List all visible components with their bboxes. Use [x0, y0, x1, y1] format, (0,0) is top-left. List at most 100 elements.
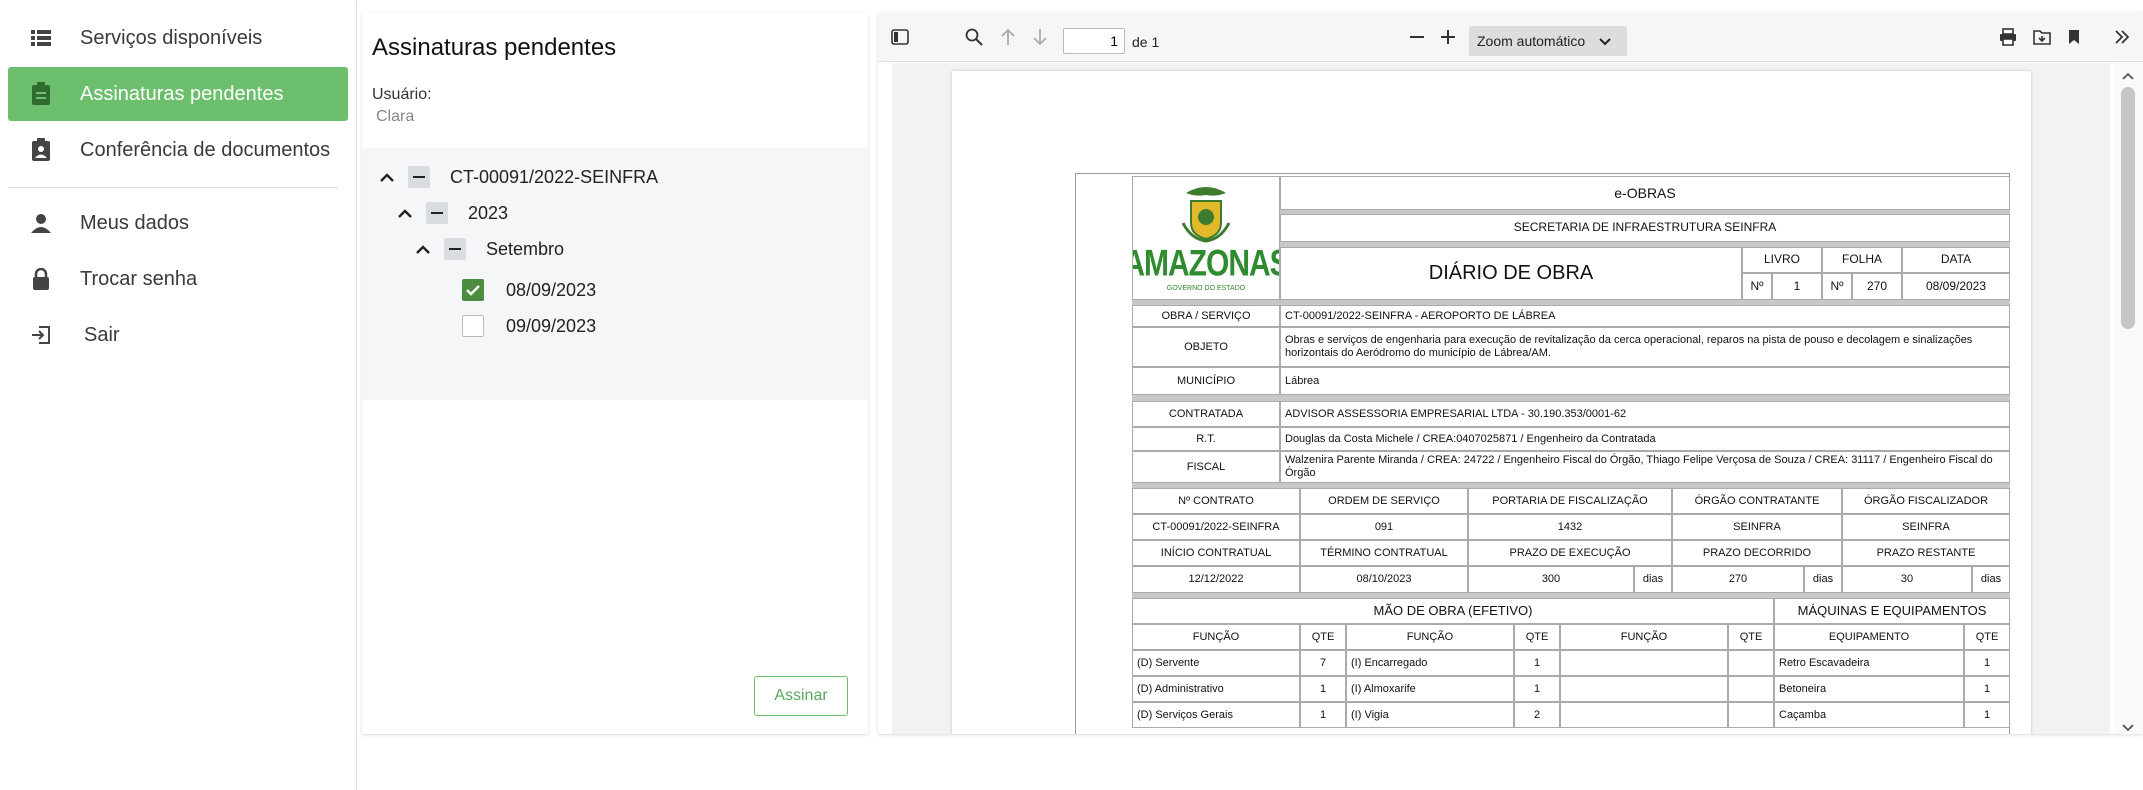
collapse-checkbox[interactable]	[408, 166, 430, 188]
nav-item-sair[interactable]: Sair	[8, 308, 348, 362]
chevron-up-icon[interactable]	[394, 202, 416, 224]
equipamento-header: EQUIPAMENTO	[1774, 624, 1964, 650]
prazo-decorrido-value: 270	[1672, 566, 1804, 593]
day-label: 08/09/2023	[506, 279, 597, 300]
table-row-funcao-empty	[1560, 676, 1728, 702]
nav-label: Meus dados	[80, 211, 189, 234]
prazo-execucao-value: 300	[1468, 566, 1634, 593]
table-row-funcao: (I) Vigia	[1346, 702, 1514, 728]
day-checkbox[interactable]	[462, 279, 484, 301]
page-number-input[interactable]	[1063, 28, 1125, 54]
nav-item-assinaturas[interactable]: Assinaturas pendentes	[8, 67, 348, 121]
clipboard-person-icon	[28, 137, 54, 163]
document-area[interactable]: AMAZONAS GOVERNO DO ESTADO e-OBRAS SECRE…	[892, 63, 2110, 734]
obra-value: CT-00091/2022-SEINFRA - AEROPORTO DE LÁB…	[1280, 305, 2010, 327]
arrow-up-icon[interactable]	[996, 25, 1020, 49]
user-label: Usuário:	[372, 86, 432, 103]
nav-item-meus-dados[interactable]: Meus dados	[8, 196, 348, 250]
prazo-execucao-header: PRAZO DE EXECUÇÃO	[1468, 540, 1672, 566]
system-name: e-OBRAS	[1280, 176, 2010, 210]
chevron-up-icon[interactable]	[376, 166, 398, 188]
logout-icon	[28, 322, 54, 348]
table-row-equipamento: Retro Escavadeira	[1774, 650, 1964, 676]
tree-node-day: 09/09/2023	[462, 315, 596, 337]
sidebar-toggle-icon[interactable]	[888, 25, 912, 49]
rt-value: Douglas da Costa Michele / CREA:04070258…	[1280, 427, 2010, 451]
folha-label: FOLHA	[1822, 247, 1902, 273]
objeto-value: Obras e serviços de engenharia para exec…	[1280, 327, 2010, 367]
objeto-label: OBJETO	[1132, 327, 1280, 367]
folha-value: 270	[1852, 273, 1902, 300]
contract-label: CT-00091/2022-SEINFRA	[450, 166, 659, 187]
tree-node-month: Setembro	[412, 238, 564, 260]
table-row-qte: 2	[1514, 702, 1560, 728]
viewer-scrollbar[interactable]	[2114, 63, 2143, 734]
contrato-value: CT-00091/2022-SEINFRA	[1132, 514, 1300, 540]
arrow-down-icon[interactable]	[1028, 25, 1052, 49]
rt-label: R.T.	[1132, 427, 1280, 451]
chevron-up-icon[interactable]	[412, 238, 434, 260]
maquinas-title: MÁQUINAS E EQUIPAMENTOS	[1774, 598, 2010, 624]
sign-button[interactable]: Assinar	[754, 676, 848, 716]
fiscal-label: FISCAL	[1132, 451, 1280, 483]
clipboard-icon	[28, 81, 54, 107]
contratada-label: CONTRATADA	[1132, 401, 1280, 427]
table-row-funcao: (D) Serviços Gerais	[1132, 702, 1300, 728]
termino-header: TÉRMINO CONTRATUAL	[1300, 540, 1468, 566]
portaria-value: 1432	[1468, 514, 1672, 540]
pending-signatures-panel: Assinaturas pendentes Usuário: Clara CT-…	[362, 12, 868, 734]
pdf-viewer: de 1 Zoom automático AMAZO	[878, 12, 2143, 734]
data-label: DATA	[1902, 247, 2010, 273]
folha-no-label: Nº	[1822, 273, 1852, 300]
day-checkbox[interactable]	[462, 315, 484, 337]
month-label: Setembro	[486, 238, 565, 259]
obra-label: OBRA / SERVIÇO	[1132, 305, 1280, 327]
table-row-funcao: (I) Encarregado	[1346, 650, 1514, 676]
municipio-value: Lábrea	[1280, 367, 2010, 395]
viewer-toolbar: de 1 Zoom automático	[878, 12, 2143, 62]
pdf-page: AMAZONAS GOVERNO DO ESTADO e-OBRAS SECRE…	[952, 71, 2031, 734]
table-row-funcao: (D) Administrativo	[1132, 676, 1300, 702]
tools-chevron-icon[interactable]	[2110, 25, 2134, 49]
zoom-out-icon[interactable]	[1405, 25, 1429, 49]
municipio-label: MUNICÍPIO	[1132, 367, 1280, 395]
funcao-header: FUNÇÃO	[1132, 624, 1300, 650]
table-row-funcao: (I) Almoxarife	[1346, 676, 1514, 702]
orgao-contratante-value: SEINFRA	[1672, 514, 1842, 540]
logo-cell: AMAZONAS GOVERNO DO ESTADO	[1132, 176, 1280, 300]
table-row-equipamento: Caçamba	[1774, 702, 1964, 728]
qte-header: QTE	[1964, 624, 2010, 650]
livro-value: 1	[1772, 273, 1822, 300]
table-row-qte: 1	[1964, 676, 2010, 702]
nav-label: Conferência de documentos	[80, 138, 331, 161]
panel-title: Assinaturas pendentes	[372, 34, 617, 61]
nav-label: Sair	[84, 323, 120, 346]
save-icon[interactable]	[2030, 25, 2054, 49]
nav-item-trocar-senha[interactable]: Trocar senha	[8, 252, 348, 306]
secretaria-name: SECRETARIA DE INFRAESTRUTURA SEINFRA	[1280, 214, 2010, 242]
table-row-qte: 1	[1300, 676, 1346, 702]
collapse-checkbox[interactable]	[444, 238, 466, 260]
signature-tree: CT-00091/2022-SEINFRA 2023 Setembro 08/0…	[362, 148, 868, 400]
qte-header: QTE	[1300, 624, 1346, 650]
scroll-up-icon[interactable]	[2122, 67, 2134, 85]
scroll-thumb[interactable]	[2121, 87, 2135, 329]
zoom-in-icon[interactable]	[1436, 25, 1460, 49]
prazo-restante-value: 30	[1842, 566, 1972, 593]
nav-item-servicos[interactable]: Serviços disponíveis	[8, 11, 348, 65]
document-title: DIÁRIO DE OBRA	[1280, 247, 1742, 300]
scroll-down-icon[interactable]	[2122, 719, 2134, 737]
logo-text: AMAZONAS	[1133, 242, 1279, 284]
print-icon[interactable]	[1996, 25, 2020, 49]
tree-node-contract: CT-00091/2022-SEINFRA	[376, 166, 658, 188]
prazo-decorrido-header: PRAZO DECORRIDO	[1672, 540, 1842, 566]
day-label: 09/09/2023	[506, 315, 597, 336]
dias-unit: dias	[1972, 566, 2010, 593]
nav-item-conferencia[interactable]: Conferência de documentos	[8, 123, 348, 177]
zoom-select[interactable]: Zoom automático	[1469, 26, 1627, 56]
livro-no-label: Nº	[1742, 273, 1772, 300]
collapse-checkbox[interactable]	[426, 202, 448, 224]
bookmark-icon[interactable]	[2062, 25, 2086, 49]
lock-icon	[28, 266, 54, 292]
search-icon[interactable]	[962, 25, 986, 49]
